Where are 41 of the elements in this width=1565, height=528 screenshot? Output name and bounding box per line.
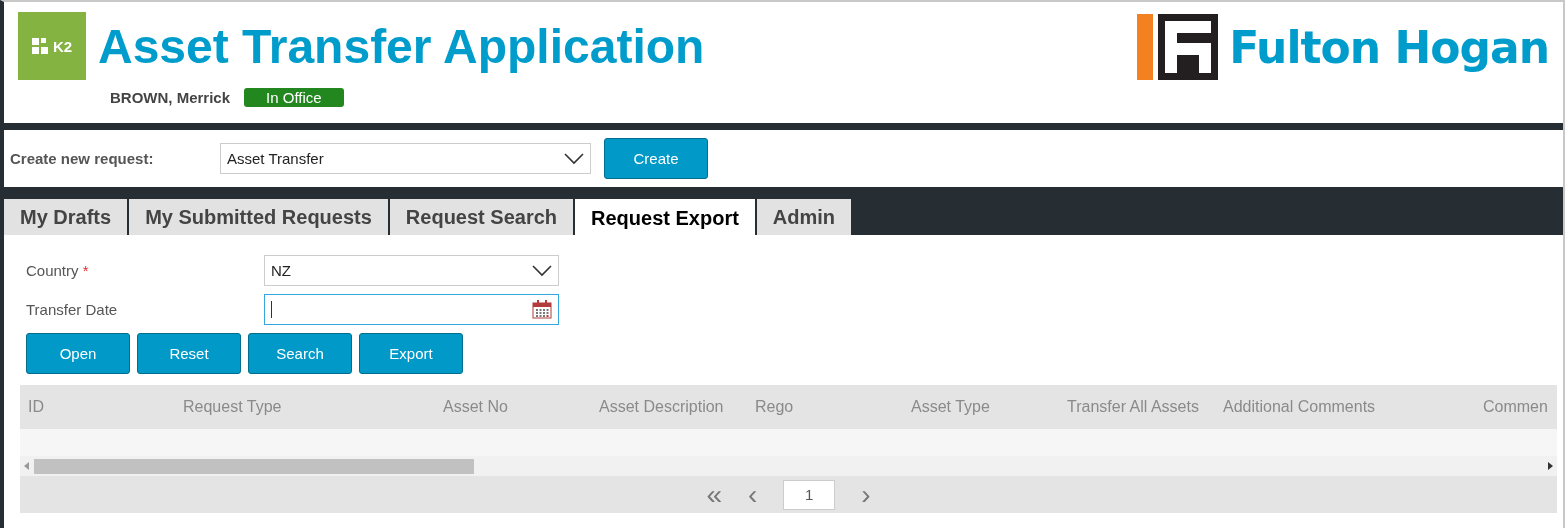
brand-name: Fulton Hogan: [1229, 21, 1549, 73]
scrollbar-thumb[interactable]: [34, 458, 474, 474]
squares-icon: [31, 38, 50, 54]
tab[interactable]: Admin: [756, 199, 852, 235]
country-select[interactable]: NZ: [264, 255, 559, 286]
k2-logo: K2: [18, 12, 86, 80]
scroll-left-icon[interactable]: [24, 462, 30, 470]
chevron-down-icon: [532, 264, 552, 277]
next-page-button[interactable]: ›: [861, 478, 871, 511]
status-badge: In Office: [244, 88, 344, 107]
column-header[interactable]: Commen: [1475, 398, 1557, 416]
column-header[interactable]: Transfer All Assets: [1059, 398, 1215, 416]
page-number-field[interactable]: 1: [783, 479, 836, 510]
create-label: Create new request:: [10, 150, 155, 167]
calendar-icon[interactable]: [532, 300, 552, 319]
field-label: Country *: [26, 262, 90, 279]
tab[interactable]: My Submitted Requests: [129, 199, 388, 235]
action-button[interactable]: Export: [359, 333, 463, 374]
column-header[interactable]: Asset No: [435, 398, 591, 416]
previous-page-button[interactable]: ‹: [747, 478, 758, 511]
user-name: BROWN, Merrick: [110, 89, 231, 106]
first-page-button[interactable]: «: [706, 478, 722, 511]
column-header[interactable]: Additional Comments: [1215, 398, 1475, 416]
tab[interactable]: Request Search: [389, 199, 573, 235]
action-button[interactable]: Open: [26, 333, 130, 374]
tab[interactable]: Request Export: [575, 199, 755, 235]
date-field[interactable]: [264, 294, 559, 325]
action-button[interactable]: Reset: [137, 333, 241, 374]
app-title: Asset Transfer Application: [98, 18, 705, 74]
column-header[interactable]: Rego: [747, 398, 903, 416]
column-header[interactable]: ID: [20, 398, 175, 416]
chevron-down-icon: [564, 152, 584, 165]
column-header[interactable]: Asset Type: [903, 398, 1059, 416]
column-header[interactable]: Request Type: [175, 398, 435, 416]
request-type-select[interactable]: Asset Transfer: [220, 143, 591, 174]
action-button[interactable]: Search: [248, 333, 352, 374]
tab[interactable]: My Drafts: [4, 199, 128, 235]
field-label: Transfer Date: [26, 301, 119, 318]
scroll-right-icon[interactable]: [1547, 462, 1553, 470]
create-button[interactable]: Create: [604, 138, 708, 179]
column-header[interactable]: Asset Description: [591, 398, 747, 416]
